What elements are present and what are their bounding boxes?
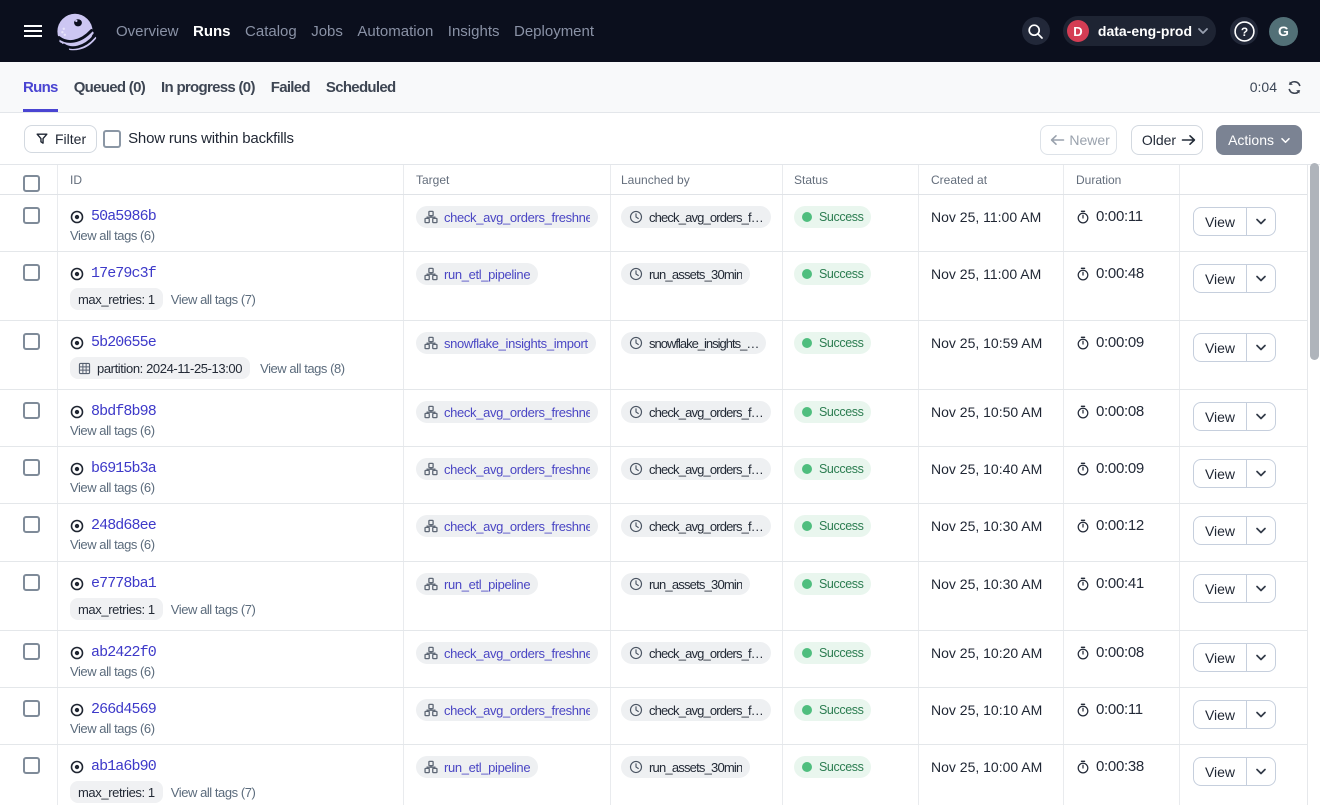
svg-text:?: ? — [1240, 24, 1247, 38]
